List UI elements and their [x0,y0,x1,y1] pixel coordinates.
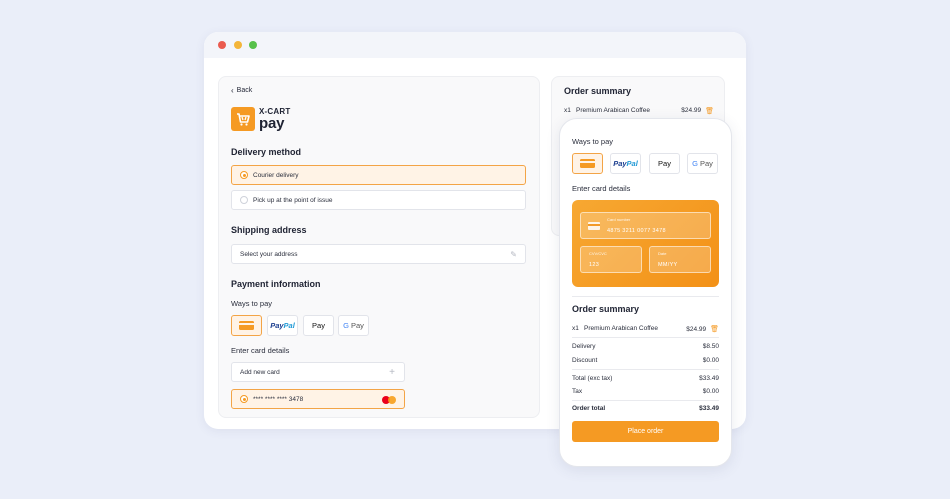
radio-icon [240,171,248,179]
add-card-label: Add new card [240,368,280,376]
item-qty: x1 [572,325,579,332]
saved-card-option[interactable]: **** **** **** 3478 [231,389,405,409]
paypal-logo: PayPal [613,159,638,168]
plus-icon: + [389,367,395,378]
mobile-pay-method-card[interactable] [572,153,603,174]
delivery-option-pickup[interactable]: Pick up at the point of issue [231,190,526,210]
mobile-card-details-label: Enter card details [572,184,631,193]
mobile-pay-method-paypal[interactable]: PayPal [610,153,641,174]
google-g-icon: G [343,321,349,330]
expiry-label: Date [658,251,667,256]
mobile-pay-method-apple-pay[interactable]: Pay [649,153,680,174]
add-new-card-button[interactable]: Add new card + [231,362,405,382]
divider [572,400,719,401]
apple-pay-label: Pay [312,321,325,330]
brand-line2: pay [259,114,285,132]
order-total-value: $33.49 [699,405,719,412]
order-total-row: Order total $33.49 [572,405,719,412]
pay-method-google-pay[interactable]: G Pay [338,315,369,336]
discount-value: $0.00 [702,357,719,364]
payment-information-heading: Payment information [231,279,321,289]
card-number-field[interactable]: Card number 4875 3211 0077 3478 [580,212,711,239]
item-price: $24.99 [681,107,702,114]
item-qty: x1 [564,107,571,114]
ways-to-pay-label: Ways to pay [231,299,272,308]
mobile-order-summary-title: Order summary [572,304,640,314]
mastercard-icon [382,396,396,404]
order-total-label: Order total [572,405,606,412]
item-name: Premium Arabican Coffee [576,107,650,114]
delivery-method-heading: Delivery method [231,147,302,157]
tax-value: $0.00 [702,388,719,395]
delivery-value: $8.50 [702,343,719,350]
pay-method-apple-pay[interactable]: Pay [303,315,334,336]
minimize-window-dot[interactable] [234,41,242,49]
address-select[interactable]: Select your address ✎ [231,244,526,264]
checkout-panel: ‹ Back X-CART pay Delivery method Courie… [218,76,540,418]
cvv-value: 123 [589,262,600,268]
expiry-value: MM/YY [658,262,678,268]
cvv-label: CVV/CVC [589,251,607,256]
item-name: Premium Arabican Coffee [584,325,658,332]
google-pay-label: Pay [700,159,713,168]
card-number-label: Card number [607,217,631,222]
delivery-option-label: Pick up at the point of issue [253,196,333,204]
cart-icon [231,107,255,131]
trash-icon[interactable]: 🗑 [710,326,719,333]
pencil-icon: ✎ [510,250,517,259]
mobile-pay-method-google-pay[interactable]: G Pay [687,153,718,174]
saved-card-number: **** **** **** 3478 [253,395,304,403]
trash-icon[interactable]: 🗑 [705,107,714,115]
divider [572,296,719,297]
delivery-label: Delivery [572,343,596,350]
card-icon [580,159,595,168]
total-exc-row: Total (exc tax) $33.49 [572,375,719,382]
total-exc-label: Total (exc tax) [572,375,613,382]
credit-card-form: Card number 4875 3211 0077 3478 CVV/CVC … [572,200,719,287]
discount-row: Discount $0.00 [572,357,719,364]
total-exc-value: $33.49 [699,375,719,382]
card-cvv-field[interactable]: CVV/CVC 123 [580,246,642,273]
mobile-order-item: x1 Premium Arabican Coffee $24.99 🗑 [572,325,719,333]
order-item: x1 Premium Arabican Coffee $24.99 🗑 [564,107,714,115]
close-window-dot[interactable] [218,41,226,49]
delivery-row: Delivery $8.50 [572,343,719,350]
tax-row: Tax $0.00 [572,388,719,395]
card-expiry-field[interactable]: Date MM/YY [649,246,711,273]
maximize-window-dot[interactable] [249,41,257,49]
back-link[interactable]: ‹ Back [231,86,252,95]
chevron-left-icon: ‹ [231,86,234,95]
google-pay-label: Pay [351,321,364,330]
divider [572,337,719,338]
back-label: Back [236,87,253,94]
item-price: $24.99 [686,326,707,333]
enter-card-details-label: Enter card details [231,346,290,355]
window-titlebar [204,32,746,58]
address-placeholder: Select your address [240,250,298,258]
pay-method-card[interactable] [231,315,262,336]
discount-label: Discount [572,357,598,364]
apple-pay-label: Pay [658,159,671,168]
tax-label: Tax [572,388,583,395]
card-number-value: 4875 3211 0077 3478 [607,228,666,234]
card-chip-icon [588,222,600,230]
delivery-option-courier[interactable]: Courier delivery [231,165,526,185]
delivery-option-label: Courier delivery [253,171,299,179]
google-g-icon: G [692,159,698,168]
paypal-logo: PayPal [270,321,295,330]
card-icon [239,321,254,330]
pay-method-paypal[interactable]: PayPal [267,315,298,336]
radio-icon [240,196,248,204]
shipping-address-heading: Shipping address [231,225,307,235]
mobile-checkout: Ways to pay PayPal Pay G Pay Enter card … [559,118,732,467]
radio-icon [240,395,248,403]
divider [572,369,719,370]
mobile-ways-to-pay-label: Ways to pay [572,137,613,146]
place-order-button[interactable]: Place order [572,421,719,442]
xcart-pay-logo: X-CART pay [231,107,290,131]
order-summary-title: Order summary [564,86,632,96]
